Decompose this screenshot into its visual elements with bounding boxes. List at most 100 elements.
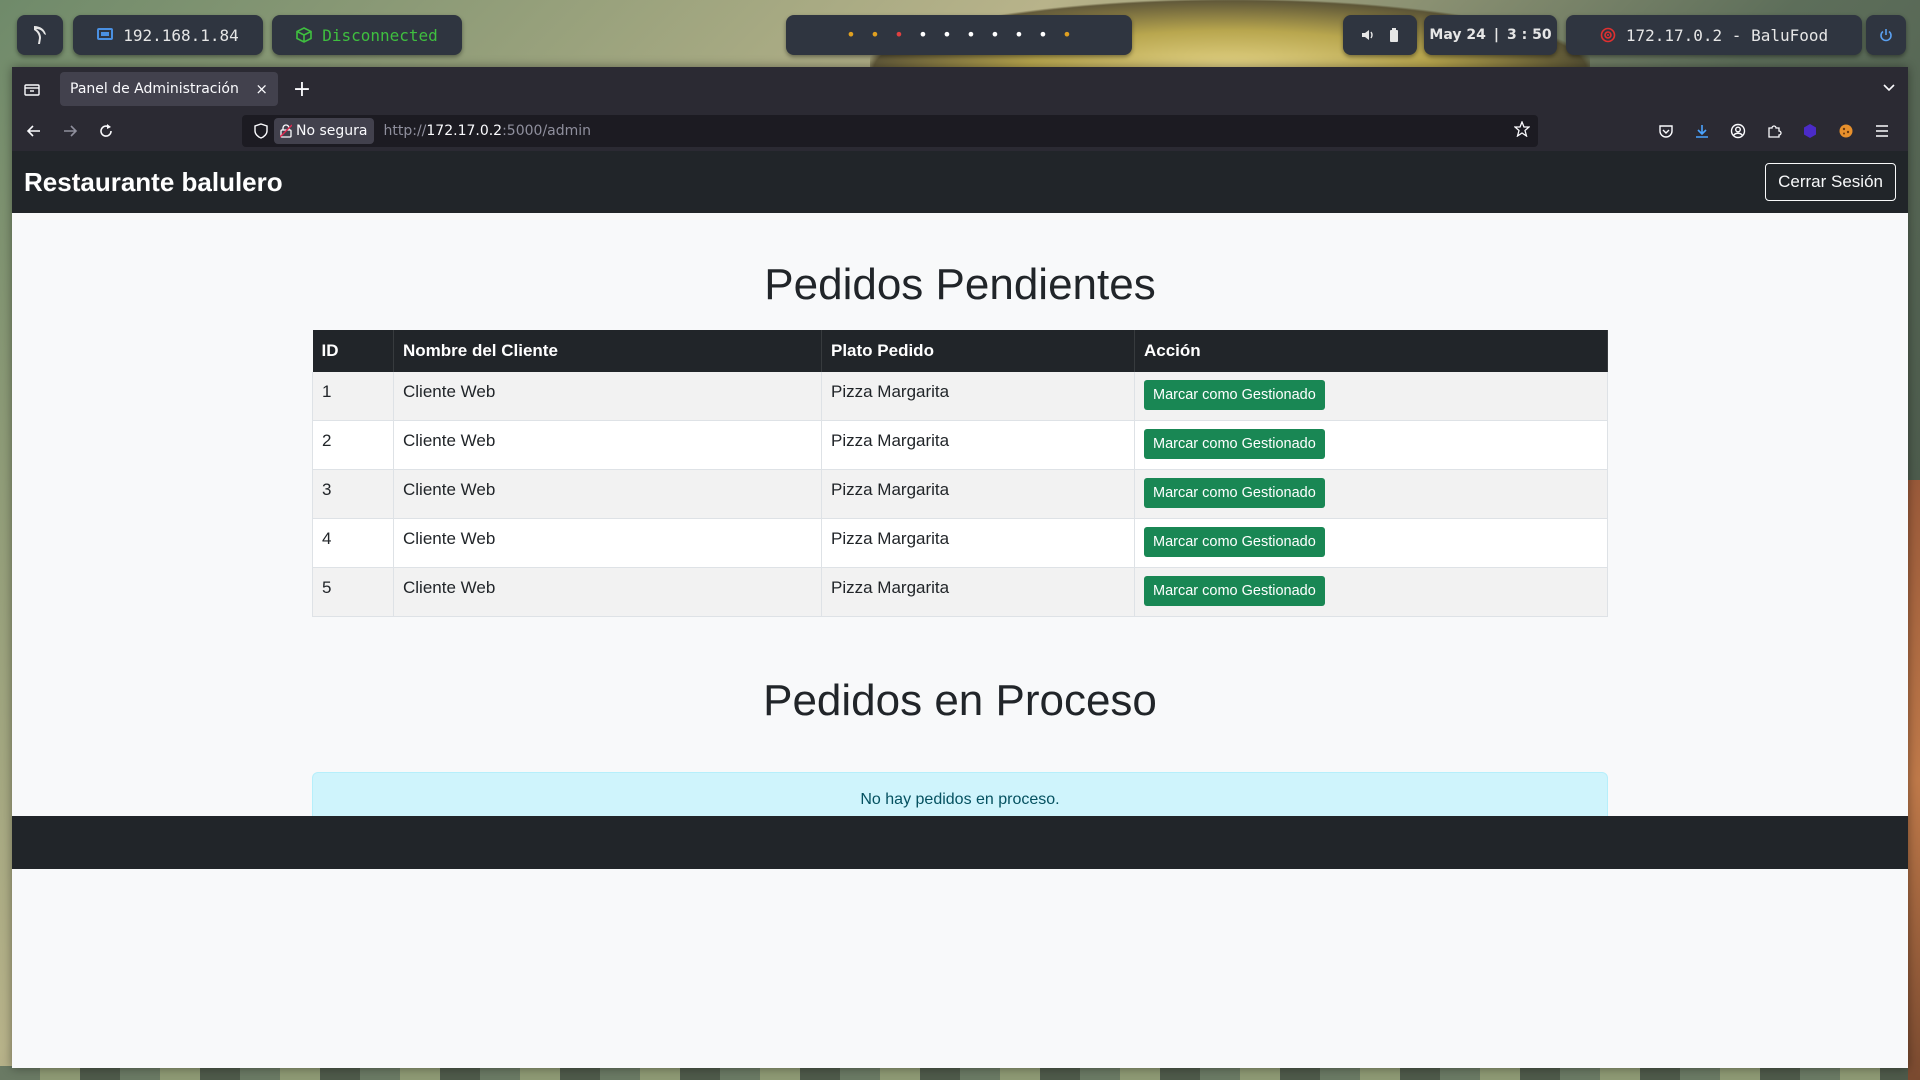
bookmark-star-button[interactable] [1513, 120, 1531, 141]
workspace-dot[interactable]: • [863, 27, 887, 43]
downloads-button[interactable] [1684, 115, 1720, 147]
back-button[interactable] [16, 113, 52, 149]
target-widget: 172.17.0.2 - BaluFood [1566, 15, 1862, 55]
mark-handled-button[interactable]: Marcar como Gestionado [1144, 477, 1325, 508]
table-row: 4 Cliente Web Pizza Margarita Marcar como G… [312, 518, 1608, 568]
table-row: 2 Cliente Web Pizza Margarita Marcar como G… [312, 420, 1608, 470]
action-cell: Marcar como Gestionado [1134, 518, 1608, 568]
in-process-orders-title: Pedidos en Proceso [763, 675, 1157, 725]
cookie-icon [1839, 124, 1853, 138]
download-icon [1696, 125, 1708, 138]
logout-button[interactable]: Cerrar Sesión [1765, 163, 1896, 201]
workspace-dot[interactable]: • [887, 27, 911, 43]
workspace-dot[interactable]: • [935, 27, 959, 43]
date-time-widget: May 24 | 3 : 50 [1424, 15, 1557, 55]
insecure-label: No segura [296, 123, 368, 139]
mark-handled-button[interactable]: Marcar como Gestionado [1144, 428, 1325, 459]
volume-icon[interactable] [1361, 28, 1375, 42]
tab-list-button[interactable] [12, 67, 52, 111]
browser-window: Panel de Administración × + No segura ht… [12, 67, 1908, 1068]
plate-cell: Pizza Margarita [821, 420, 1135, 470]
extension-purple-button[interactable] [1792, 115, 1828, 147]
mark-handled-button[interactable]: Marcar como Gestionado [1144, 526, 1325, 557]
header-action: Acción [1134, 329, 1608, 372]
url-host: 172.17.0.2 [426, 123, 503, 139]
workspace-dot[interactable]: • [1031, 27, 1055, 43]
extensions-button[interactable] [1756, 115, 1792, 147]
time-text: 3 : 50 [1506, 27, 1552, 43]
pocket-button[interactable] [1648, 115, 1684, 147]
forward-button[interactable] [52, 113, 88, 149]
volume-battery-widget[interactable] [1343, 15, 1417, 55]
reload-icon [100, 124, 112, 137]
chevron-down-icon [1883, 84, 1895, 92]
site-header: Restaurante balulero Cerrar Sesión [12, 151, 1908, 213]
header-client-name: Nombre del Cliente [393, 329, 822, 372]
pending-orders-title: Pedidos Pendientes [764, 260, 1156, 309]
workspace-dot[interactable]: • [983, 27, 1007, 43]
workspace-dot[interactable]: • [1007, 27, 1031, 43]
url-bar[interactable]: No segura http://172.17.0.2:5000/admin [242, 115, 1538, 147]
arrow-right-icon [64, 125, 78, 137]
table-header-row: ID Nombre del Cliente Plato Pedido Acció… [312, 329, 1608, 372]
plate-cell: Pizza Margarita [821, 518, 1135, 568]
date-separator: | [1493, 27, 1499, 43]
extension-cookie-button[interactable] [1828, 115, 1864, 147]
new-tab-button[interactable]: + [290, 77, 314, 102]
tracking-protection-button[interactable] [248, 123, 274, 139]
workspace-switcher[interactable]: • • • • • • • • • • [786, 15, 1132, 55]
tab-admin-panel[interactable]: Panel de Administración × [60, 72, 278, 106]
web-page: Restaurante balulero Cerrar Sesión Pedid… [12, 151, 1908, 1068]
order-id-cell: 4 [312, 518, 394, 568]
close-tab-icon[interactable]: × [255, 80, 268, 98]
local-ip-text: 192.168.1.84 [123, 25, 239, 45]
vpn-status-widget: Disconnected [272, 15, 462, 55]
navigation-toolbar: No segura http://172.17.0.2:5000/admin [12, 111, 1908, 151]
workspace-dot[interactable]: • [959, 27, 983, 43]
puzzle-icon [1768, 125, 1782, 138]
table-row: 3 Cliente Web Pizza Margarita Marcar como G… [312, 469, 1608, 519]
arrow-left-icon [26, 125, 40, 137]
date-text: May 24 [1429, 27, 1486, 43]
wallpaper-decoration-right [1908, 480, 1920, 1080]
client-name-cell: Cliente Web [393, 371, 822, 421]
site-brand[interactable]: Restaurante balulero [24, 167, 283, 198]
power-icon [1880, 29, 1892, 42]
battery-icon [1390, 28, 1398, 42]
app-menu-button[interactable] [1864, 115, 1900, 147]
toolbar-extensions [1648, 115, 1900, 147]
pending-orders-table: ID Nombre del Cliente Plato Pedido Acció… [312, 329, 1608, 617]
power-button[interactable] [1866, 15, 1906, 55]
header-plate: Plato Pedido [821, 329, 1135, 372]
system-menu-button[interactable] [17, 15, 63, 55]
main-content: Pedidos Pendientes ID Nombre del Cliente… [312, 213, 1608, 828]
workspace-dot[interactable]: • [1055, 27, 1079, 43]
kali-dragon-icon [34, 26, 46, 44]
site-info-button[interactable]: No segura [274, 118, 374, 144]
order-id-cell: 5 [312, 567, 394, 617]
header-id: ID [312, 329, 394, 372]
account-icon [1730, 123, 1746, 139]
account-button[interactable] [1720, 115, 1756, 147]
table-row: 1 Cliente Web Pizza Margarita Marcar como G… [312, 371, 1608, 421]
client-name-cell: Cliente Web [393, 420, 822, 470]
mark-handled-button[interactable]: Marcar como Gestionado [1144, 575, 1325, 606]
vpn-cube-icon [296, 27, 313, 43]
action-cell: Marcar como Gestionado [1134, 371, 1608, 421]
list-all-tabs-button[interactable] [1882, 79, 1896, 98]
reload-button[interactable] [88, 113, 124, 149]
plate-cell: Pizza Margarita [821, 371, 1135, 421]
shield-icon [254, 123, 268, 139]
pocket-icon [1659, 125, 1673, 138]
order-id-cell: 2 [312, 420, 394, 470]
table-row: 5 Cliente Web Pizza Margarita Marcar como G… [312, 567, 1608, 617]
mark-handled-button[interactable]: Marcar como Gestionado [1144, 379, 1325, 410]
star-icon [1513, 120, 1531, 138]
target-icon [1600, 27, 1616, 43]
workspace-dot[interactable]: • [911, 27, 935, 43]
url-text[interactable]: http://172.17.0.2:5000/admin [384, 123, 592, 139]
order-id-cell: 1 [312, 371, 394, 421]
wallpaper-decoration-bottom [0, 1066, 1920, 1080]
network-icon [97, 28, 114, 40]
workspace-dot[interactable]: • [839, 27, 863, 43]
